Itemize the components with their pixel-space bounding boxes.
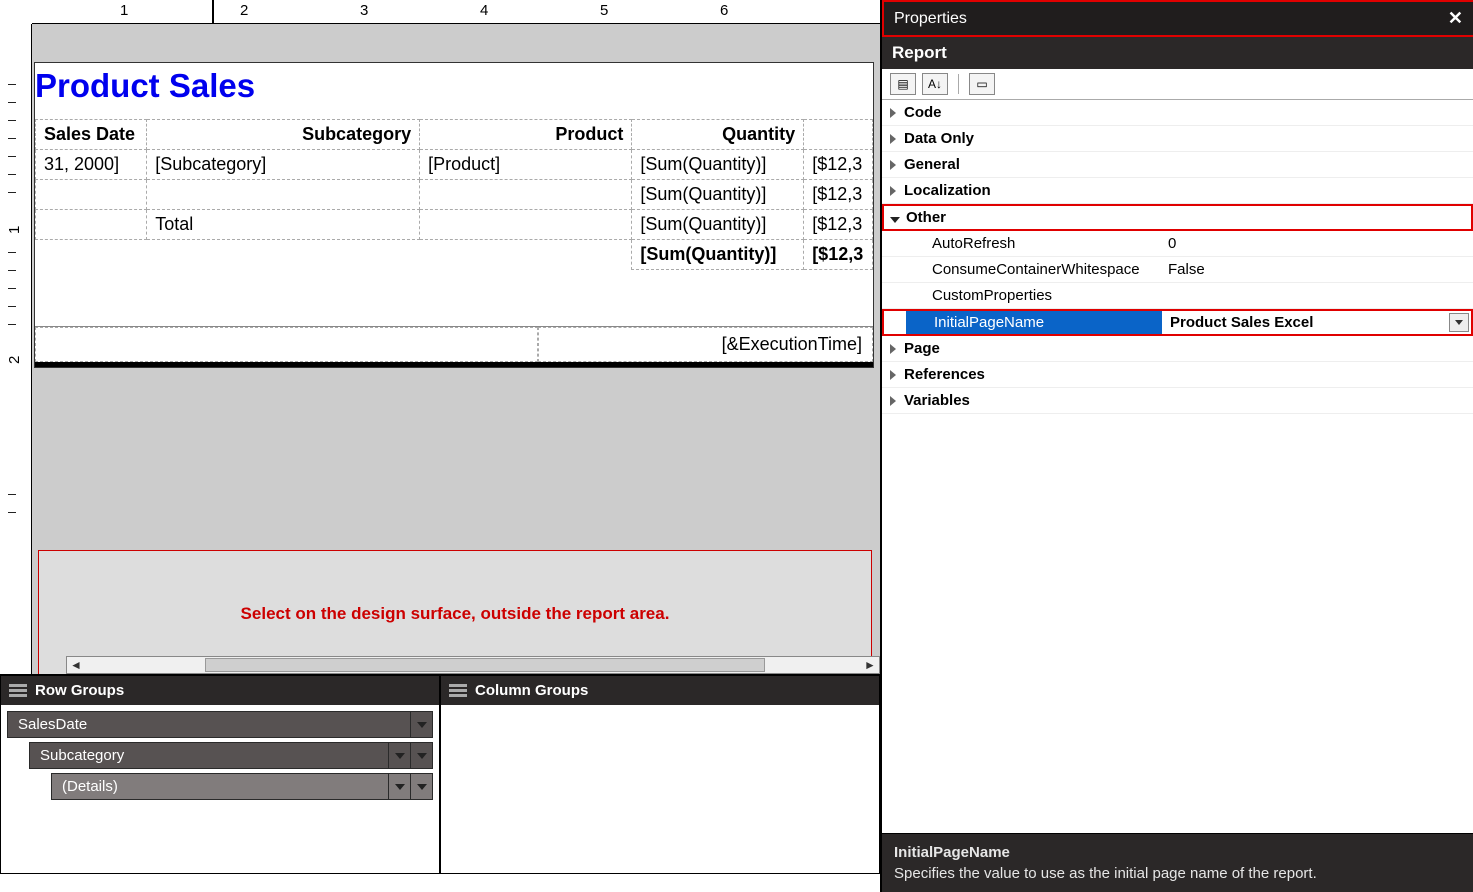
chevron-right-icon [890, 344, 896, 354]
dropdown-icon[interactable] [388, 774, 410, 799]
alphabetical-icon[interactable]: A↓ [922, 73, 948, 95]
column-groups-panel: Column Groups [440, 675, 880, 874]
chevron-right-icon [890, 396, 896, 406]
category-code[interactable]: Code [882, 100, 1473, 126]
cell[interactable]: [Product] [420, 150, 632, 180]
cell[interactable]: [$12,3 [804, 180, 873, 210]
ruler-number: 4 [480, 2, 488, 19]
grid-icon [449, 684, 467, 698]
group-label: Subcategory [40, 747, 124, 764]
col-header[interactable]: Subcategory [147, 120, 420, 150]
row-groups-header: Row Groups [1, 676, 439, 705]
help-description: Specifies the value to use as the initia… [894, 865, 1461, 882]
ruler-number: 3 [360, 2, 368, 19]
column-groups-header: Column Groups [441, 676, 879, 705]
chevron-right-icon [890, 134, 896, 144]
chevron-right-icon [890, 160, 896, 170]
cell[interactable]: [Sum(Quantity)] [632, 240, 804, 270]
category-other[interactable]: Other [882, 204, 1473, 231]
category-references[interactable]: References [882, 362, 1473, 388]
chevron-right-icon [890, 108, 896, 118]
row-groups-panel: Row Groups SalesDate Subcategory (Detail… [0, 675, 440, 874]
table-row[interactable]: [Sum(Quantity)] [$12,3 [36, 180, 873, 210]
column-groups-title: Column Groups [475, 682, 588, 699]
chevron-right-icon [890, 370, 896, 380]
scroll-track[interactable] [85, 657, 861, 673]
property-grid[interactable]: Code Data Only General Localization Othe… [882, 100, 1473, 833]
scroll-thumb[interactable] [205, 658, 765, 672]
cell[interactable]: [$12,3 [804, 240, 873, 270]
chevron-down-icon [890, 217, 900, 223]
category-localization[interactable]: Localization [882, 178, 1473, 204]
dropdown-icon[interactable] [388, 743, 410, 768]
selected-object-bar[interactable]: Report [882, 37, 1473, 69]
prop-value[interactable]: Product Sales Excel [1162, 311, 1471, 334]
tablix[interactable]: Sales Date Subcategory Product Quantity … [35, 119, 873, 270]
ruler-number: 5 [600, 2, 608, 19]
properties-title-text: Properties [894, 10, 967, 28]
ruler-marker[interactable] [212, 0, 214, 24]
dropdown-icon[interactable] [1449, 313, 1469, 332]
hint-text: Select on the design surface, outside th… [241, 604, 670, 624]
cell[interactable]: [Sum(Quantity)] [632, 210, 804, 240]
help-title: InitialPageName [894, 844, 1461, 861]
table-row[interactable]: Total [Sum(Quantity)] [$12,3 [36, 210, 873, 240]
ruler-number: 1 [120, 2, 128, 19]
report-page[interactable]: Product Sales Sales Date Subcategory Pro… [34, 62, 874, 368]
col-header[interactable]: Product [420, 120, 632, 150]
category-variables[interactable]: Variables [882, 388, 1473, 414]
cell[interactable]: [$12,3 [804, 210, 873, 240]
execution-time-cell[interactable]: [&ExecutionTime] [538, 327, 873, 362]
table-row[interactable]: [Sum(Quantity)] [$12,3 [36, 240, 873, 270]
row-group-item[interactable]: (Details) [51, 773, 433, 800]
col-header[interactable] [804, 120, 873, 150]
cell[interactable]: [Sum(Quantity)] [632, 180, 804, 210]
prop-initialpagename[interactable]: InitialPageName Product Sales Excel [882, 309, 1473, 336]
cell[interactable]: Total [147, 210, 420, 240]
row-group-item[interactable]: SalesDate [7, 711, 433, 738]
category-page[interactable]: Page [882, 336, 1473, 362]
category-data-only[interactable]: Data Only [882, 126, 1473, 152]
col-header[interactable]: Quantity [632, 120, 804, 150]
cell[interactable]: [$12,3 [804, 150, 873, 180]
dropdown-icon[interactable] [410, 743, 432, 768]
prop-key: InitialPageName [906, 311, 1162, 334]
row-group-item[interactable]: Subcategory [29, 742, 433, 769]
vertical-ruler: 1 2 [0, 24, 32, 674]
grouping-pane: Row Groups SalesDate Subcategory (Detail… [0, 674, 880, 874]
cell[interactable]: [Sum(Quantity)] [632, 150, 804, 180]
dropdown-icon[interactable] [410, 774, 432, 799]
col-header[interactable]: Sales Date [36, 120, 147, 150]
prop-customproperties[interactable]: CustomProperties [882, 283, 1473, 309]
table-row[interactable]: 31, 2000] [Subcategory] [Product] [Sum(Q… [36, 150, 873, 180]
close-icon[interactable]: ✕ [1448, 8, 1463, 29]
ruler-number: 2 [240, 2, 248, 19]
horizontal-scrollbar[interactable]: ◄ ► [66, 656, 880, 674]
grid-icon [9, 684, 27, 698]
design-surface-region: 1 2 3 4 5 6 /*decorative*/ 1 2 Product S… [0, 0, 880, 892]
properties-panel: Properties ✕ Report ▤ A↓ ▭ Code Data Onl… [880, 0, 1473, 892]
property-help: InitialPageName Specifies the value to u… [882, 833, 1473, 892]
properties-titlebar: Properties ✕ [882, 0, 1473, 37]
horizontal-ruler: 1 2 3 4 5 6 /*decorative*/ [32, 0, 880, 24]
ruler-number: 6 [720, 2, 728, 19]
properties-toolbar: ▤ A↓ ▭ [882, 69, 1473, 100]
scroll-right-icon[interactable]: ► [861, 657, 879, 673]
chevron-right-icon [890, 186, 896, 196]
prop-consumecontainerwhitespace[interactable]: ConsumeContainerWhitespaceFalse [882, 257, 1473, 283]
cell[interactable]: 31, 2000] [36, 150, 147, 180]
dropdown-icon[interactable] [410, 712, 432, 737]
design-canvas[interactable]: Product Sales Sales Date Subcategory Pro… [32, 24, 880, 674]
report-title[interactable]: Product Sales [35, 63, 873, 119]
prop-autorefresh[interactable]: AutoRefresh0 [882, 231, 1473, 257]
page-footer[interactable]: [&ExecutionTime] [35, 326, 873, 362]
scroll-left-icon[interactable]: ◄ [67, 657, 85, 673]
category-general[interactable]: General [882, 152, 1473, 178]
group-label: SalesDate [18, 716, 87, 733]
categorized-icon[interactable]: ▤ [890, 73, 916, 95]
cell[interactable]: [Subcategory] [147, 150, 420, 180]
group-label: (Details) [62, 778, 118, 795]
property-pages-icon[interactable]: ▭ [969, 73, 995, 95]
row-groups-title: Row Groups [35, 682, 124, 699]
